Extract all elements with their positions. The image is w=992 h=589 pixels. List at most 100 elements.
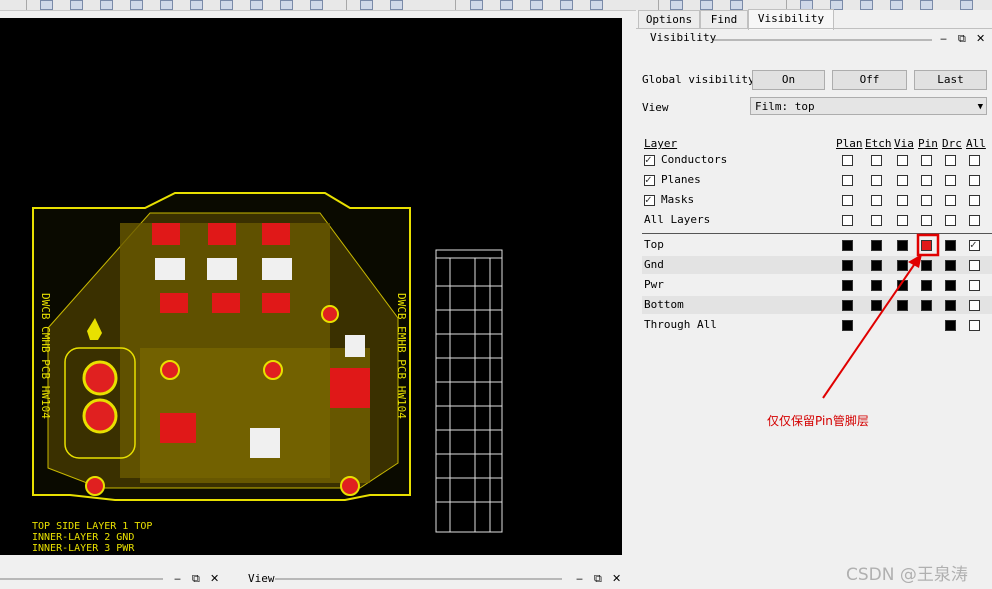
off-button[interactable]: Off [832, 70, 907, 90]
visibility-checkbox[interactable] [842, 215, 853, 226]
toolbar-tool-icon[interactable] [100, 0, 113, 10]
visibility-checkbox[interactable] [945, 195, 956, 206]
visibility-checkbox[interactable] [921, 195, 932, 206]
toolbar-tool-icon[interactable] [730, 0, 743, 10]
layer-visibility-checkbox[interactable] [842, 240, 853, 251]
visibility-checkbox[interactable] [842, 155, 853, 166]
toolbar-tool-icon[interactable] [160, 0, 173, 10]
toolbar-tool-icon[interactable] [70, 0, 83, 10]
tab-visibility[interactable]: Visibility [748, 9, 834, 30]
layer-visibility-checkbox[interactable] [842, 300, 853, 311]
visibility-checkbox[interactable] [842, 195, 853, 206]
visibility-checkbox[interactable] [842, 175, 853, 186]
layer-visibility-checkbox[interactable] [945, 320, 956, 331]
visibility-checkbox[interactable] [921, 155, 932, 166]
float-icon[interactable]: ⧉ [192, 572, 200, 586]
visibility-checkbox[interactable] [945, 175, 956, 186]
group-checkbox[interactable] [644, 173, 655, 186]
view-select[interactable]: Film: top ▼ [750, 97, 987, 115]
close-icon[interactable]: ✕ [612, 572, 621, 585]
layer-visibility-checkbox[interactable] [842, 260, 853, 271]
toolbar-tool-icon[interactable] [280, 0, 293, 10]
layer-visibility-checkbox[interactable] [945, 240, 956, 251]
layer-visibility-checkbox[interactable] [897, 260, 908, 271]
layer-visibility-checkbox[interactable] [842, 280, 853, 291]
toolbar-tool-icon[interactable] [920, 0, 933, 10]
toolbar-tool-icon[interactable] [960, 0, 973, 10]
column-via[interactable]: Via [894, 137, 914, 150]
toolbar-tool-icon[interactable] [390, 0, 403, 10]
toolbar-tool-icon[interactable] [220, 0, 233, 10]
float-icon[interactable]: ⧉ [594, 572, 602, 586]
float-icon[interactable]: ⧉ [958, 32, 966, 46]
visibility-checkbox[interactable] [945, 155, 956, 166]
visibility-checkbox[interactable] [969, 175, 980, 186]
toolbar-tool-icon[interactable] [40, 0, 53, 10]
toolbar-tool-icon[interactable] [890, 0, 903, 10]
layer-visibility-checkbox[interactable] [969, 320, 980, 331]
layer-visibility-checkbox[interactable] [871, 300, 882, 311]
visibility-checkbox[interactable] [897, 195, 908, 206]
visibility-checkbox[interactable] [871, 195, 882, 206]
toolbar-tool-icon[interactable] [590, 0, 603, 10]
toolbar-tool-icon[interactable] [860, 0, 873, 10]
layer-visibility-checkbox[interactable] [897, 300, 908, 311]
on-button[interactable]: On [752, 70, 825, 90]
layer-visibility-checkbox[interactable] [945, 280, 956, 291]
visibility-checkbox[interactable] [871, 155, 882, 166]
layer-visibility-checkbox[interactable] [871, 240, 882, 251]
design-canvas[interactable]: DWCB CMHB PCB HW104 DWCB EMHB PCB HW104 … [0, 18, 622, 555]
visibility-checkbox[interactable] [921, 175, 932, 186]
pin-top-checkbox-highlighted[interactable] [921, 240, 932, 251]
layer-visibility-checkbox[interactable] [969, 238, 980, 251]
visibility-checkbox[interactable] [969, 215, 980, 226]
toolbar-tool-icon[interactable] [500, 0, 513, 10]
toolbar-tool-icon[interactable] [250, 0, 263, 10]
group-checkbox[interactable] [644, 153, 655, 166]
toolbar-tool-icon[interactable] [310, 0, 323, 10]
layer-visibility-checkbox[interactable] [945, 260, 956, 271]
visibility-checkbox[interactable] [871, 175, 882, 186]
column-plan[interactable]: Plan [836, 137, 863, 150]
visibility-checkbox[interactable] [945, 215, 956, 226]
toolbar-tool-icon[interactable] [670, 0, 683, 10]
tab-find[interactable]: Find [700, 10, 748, 29]
layer-visibility-checkbox[interactable] [969, 280, 980, 291]
column-drc[interactable]: Drc [942, 137, 962, 150]
layer-visibility-checkbox[interactable] [921, 280, 932, 291]
tab-options[interactable]: Options [638, 10, 700, 29]
visibility-checkbox[interactable] [897, 155, 908, 166]
toolbar-tool-icon[interactable] [360, 0, 373, 10]
close-icon[interactable]: ✕ [210, 572, 219, 585]
layer-visibility-checkbox[interactable] [969, 300, 980, 311]
toolbar-tool-icon[interactable] [700, 0, 713, 10]
layer-visibility-checkbox[interactable] [871, 260, 882, 271]
visibility-checkbox[interactable] [921, 215, 932, 226]
layer-visibility-checkbox[interactable] [921, 260, 932, 271]
layer-visibility-checkbox[interactable] [969, 260, 980, 271]
toolbar-tool-icon[interactable] [470, 0, 483, 10]
last-button[interactable]: Last [914, 70, 987, 90]
toolbar-tool-icon[interactable] [530, 0, 543, 10]
toolbar-tool-icon[interactable] [560, 0, 573, 10]
toolbar-tool-icon[interactable] [130, 0, 143, 10]
visibility-checkbox[interactable] [897, 215, 908, 226]
toolbar-tool-icon[interactable] [190, 0, 203, 10]
visibility-checkbox[interactable] [871, 215, 882, 226]
minimize-icon[interactable]: ‒ [576, 572, 583, 585]
layer-visibility-checkbox[interactable] [945, 300, 956, 311]
column-pin[interactable]: Pin [918, 137, 938, 150]
group-checkbox[interactable] [644, 193, 655, 206]
visibility-checkbox[interactable] [969, 155, 980, 166]
minimize-icon[interactable]: ‒ [940, 32, 947, 45]
layer-visibility-checkbox[interactable] [921, 300, 932, 311]
column-all[interactable]: All [966, 137, 986, 150]
layer-visibility-checkbox[interactable] [897, 240, 908, 251]
visibility-checkbox[interactable] [897, 175, 908, 186]
layer-visibility-checkbox[interactable] [842, 320, 853, 331]
close-icon[interactable]: ✕ [976, 32, 985, 45]
minimize-icon[interactable]: ‒ [174, 572, 181, 585]
column-etch[interactable]: Etch [865, 137, 892, 150]
layer-visibility-checkbox[interactable] [871, 280, 882, 291]
visibility-checkbox[interactable] [969, 195, 980, 206]
